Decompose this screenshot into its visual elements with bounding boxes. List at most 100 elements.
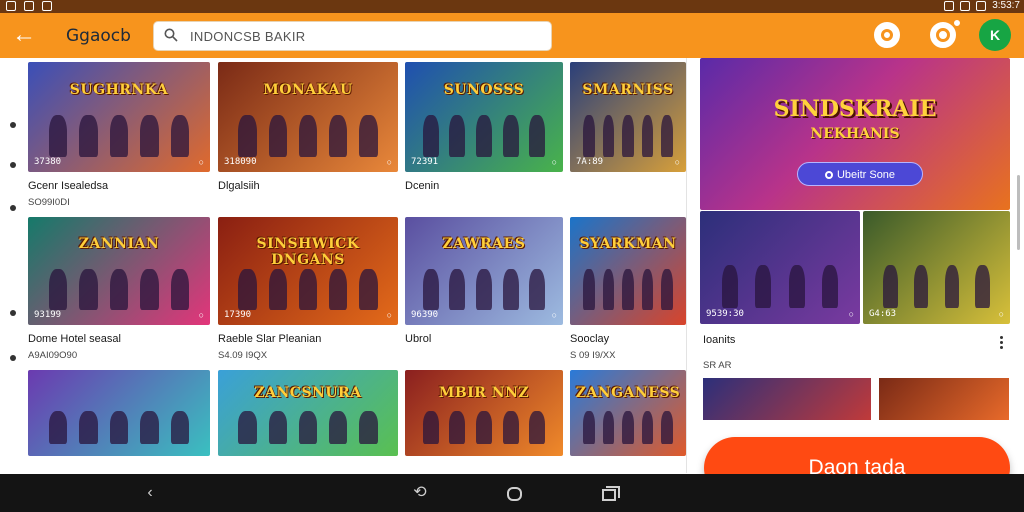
more-icon[interactable]: ○ [387, 310, 392, 320]
nav-return-icon[interactable]: ⟲ [411, 484, 429, 502]
clock: 3:53:7 [992, 0, 1020, 11]
game-grid: Gcenr Isealedsa SO99I0DI SUGHRNKA 37380 ○ Dlg… [0, 58, 686, 458]
game-card[interactable]: ZANGANESS [570, 370, 686, 456]
featured-title: SINDSKRAIE [773, 96, 937, 122]
play-icon [824, 171, 833, 179]
game-thumbnail[interactable]: SUNOSSS 72391 ○ [405, 62, 563, 172]
app-bar: ← Ggaocb INDONCSB BAKIR K [0, 13, 1024, 58]
more-options-icon[interactable] [998, 335, 1004, 351]
character-art [579, 268, 676, 310]
notification-icon [6, 1, 16, 11]
character-art [418, 411, 551, 444]
game-thumbnail[interactable]: SMARNISS 7A:89 ○ [570, 62, 686, 172]
side-tile[interactable]: 9539:30 ○ [700, 211, 860, 324]
play-count: G4:63 [869, 309, 897, 319]
game-thumbnail[interactable]: ZANGANESS [570, 370, 686, 456]
side-tile[interactable]: G4:63 ○ [863, 211, 1010, 324]
k-icon: K [989, 27, 1001, 43]
game-card[interactable]: ZANNIAN 93199 ○ [28, 217, 210, 325]
more-icon[interactable]: ○ [999, 309, 1004, 319]
character-art [232, 411, 383, 444]
bell-icon[interactable] [927, 18, 962, 51]
more-icon[interactable]: ○ [387, 157, 392, 167]
game-title[interactable]: Raeble Slar Pleanian [218, 333, 321, 345]
game-title[interactable]: Dome Hotel seasal [28, 333, 121, 345]
featured-banner[interactable]: SINDSKRAIE NEKHANIS Ubeitr Sone [700, 58, 1010, 210]
game-card[interactable]: MONAKAU 318090 ○ [218, 62, 398, 172]
featured-play-label: Ubeitr Sone [836, 169, 896, 181]
nav-home-icon[interactable] [507, 487, 522, 501]
game-title[interactable]: Sooclay [570, 333, 609, 345]
search-placeholder: INDONCSB BAKIR [190, 29, 306, 44]
game-logo-text: ZANNIAN [78, 236, 160, 253]
game-logo-text: MBIR NNZ [438, 385, 530, 402]
character-art [232, 268, 383, 310]
signal-icon [960, 0, 971, 11]
person-icon[interactable] [871, 19, 903, 51]
game-card[interactable]: SINSHWICK DNGANS 17390 ○ [218, 217, 398, 325]
game-thumbnail[interactable]: MBIR NNZ [405, 370, 563, 456]
play-count: 318090 [224, 157, 257, 167]
game-thumbnail[interactable] [28, 370, 210, 456]
more-icon[interactable]: ○ [199, 157, 204, 167]
game-card[interactable]: SUNOSSS 72391 ○ [405, 62, 563, 172]
game-card[interactable]: MBIR NNZ [405, 370, 563, 456]
game-logo-text: ZANCSNURA [254, 385, 362, 402]
play-count: 72391 [411, 157, 439, 167]
more-icon[interactable]: ○ [199, 310, 204, 320]
game-title[interactable]: Gcenr Isealedsa [28, 180, 108, 192]
game-card[interactable]: ZAWRAES 96390 ○ [405, 217, 563, 325]
panel-divider [686, 58, 687, 473]
game-meta: SO99I0DI [28, 197, 70, 208]
game-logo-text: SINSHWICK DNGANS [256, 236, 360, 269]
game-card[interactable] [28, 370, 210, 456]
battery-icon [976, 0, 987, 11]
game-title[interactable]: Dlgalsiih [218, 180, 260, 192]
game-thumbnail[interactable]: ZAWRAES 96390 ○ [405, 217, 563, 325]
game-card[interactable]: SUGHRNKA 37380 ○ [28, 62, 210, 172]
featured-play-button[interactable]: Ubeitr Sone [797, 162, 923, 186]
game-logo-text: SYARKMAN [579, 236, 677, 253]
game-card[interactable]: SMARNISS 7A:89 ○ [570, 62, 686, 172]
play-count: 96390 [411, 310, 439, 320]
game-title[interactable]: Dcenin [405, 180, 439, 192]
game-card[interactable]: ZANCSNURA [218, 370, 398, 456]
search-icon [164, 28, 178, 42]
side-thumbnail[interactable] [703, 378, 871, 420]
more-icon[interactable]: ○ [552, 157, 557, 167]
search-input[interactable]: INDONCSB BAKIR [153, 21, 552, 51]
more-icon[interactable]: ○ [675, 157, 680, 167]
game-meta: S 09 I9/XX [570, 350, 616, 361]
game-meta: A9AI09O90 [28, 350, 78, 361]
game-thumbnail[interactable]: SUGHRNKA 37380 ○ [28, 62, 210, 172]
game-thumbnail[interactable]: SYARKMAN [570, 217, 686, 325]
notification-badge [952, 18, 962, 28]
nav-back-icon[interactable]: ‹ [141, 484, 159, 502]
game-meta: S4.09 I9QX [218, 350, 268, 361]
more-icon[interactable]: ○ [552, 310, 557, 320]
scrollbar[interactable] [1017, 175, 1020, 250]
play-count: 7A:89 [576, 157, 604, 167]
game-title[interactable]: Ubrol [405, 333, 431, 345]
alert-icon [944, 0, 955, 11]
back-arrow-icon[interactable]: ← [12, 23, 38, 49]
game-logo-text: ZANGANESS [575, 385, 681, 402]
game-thumbnail[interactable]: MONAKAU 318090 ○ [218, 62, 398, 172]
character-art [43, 114, 196, 157]
play-count: 37380 [34, 157, 62, 167]
side-subtitle: SR AR [703, 360, 732, 371]
game-thumbnail[interactable]: ZANCSNURA [218, 370, 398, 456]
nav-recent-icon[interactable] [602, 486, 620, 501]
character-art [43, 268, 196, 310]
play-count: 9539:30 [706, 309, 744, 319]
account-button[interactable]: K [979, 19, 1011, 51]
game-thumbnail[interactable]: SINSHWICK DNGANS 17390 ○ [218, 217, 398, 325]
more-icon[interactable]: ○ [849, 309, 854, 319]
game-logo-text: ZAWRAES [442, 236, 526, 253]
character-art [579, 411, 676, 444]
game-logo-text: MONAKAU [263, 81, 353, 98]
game-card[interactable]: SYARKMAN [570, 217, 686, 325]
character-art [875, 265, 999, 309]
game-thumbnail[interactable]: ZANNIAN 93199 ○ [28, 217, 210, 325]
side-thumbnail[interactable] [879, 378, 1009, 420]
